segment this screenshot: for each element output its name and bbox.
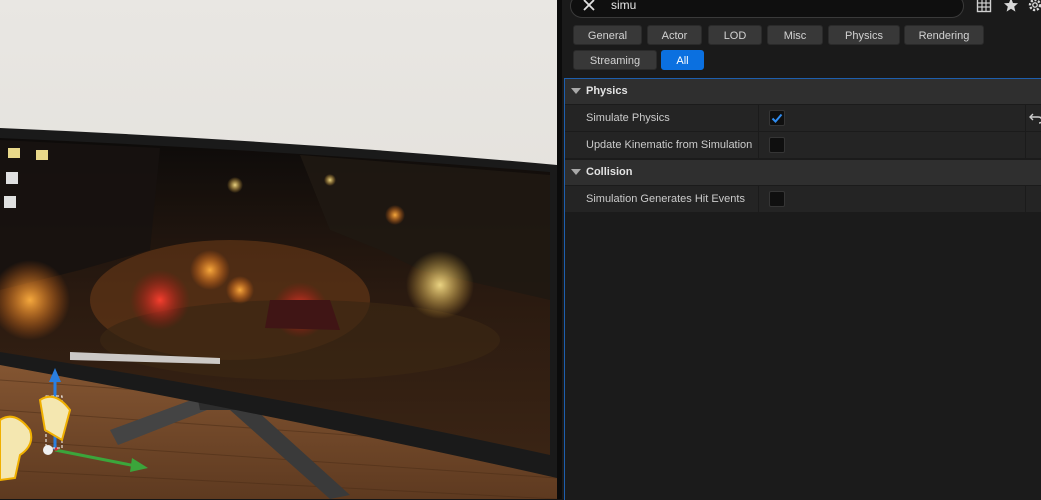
reset-to-default-icon[interactable] [1029, 112, 1041, 124]
expand-arrow-icon [571, 169, 581, 175]
update-kinematic-checkbox[interactable] [769, 137, 785, 153]
expand-arrow-icon [571, 88, 581, 94]
property-list: Physics Simulate Physics Update Kinemati… [564, 78, 1041, 500]
simulation-hit-events-checkbox[interactable] [769, 191, 785, 207]
star-icon[interactable] [1003, 0, 1019, 13]
search-row [562, 0, 1041, 20]
category-physics[interactable]: Physics [565, 79, 1041, 104]
category-collision[interactable]: Collision [565, 160, 1041, 185]
filter-actor[interactable]: Actor [647, 25, 702, 45]
search-box[interactable] [570, 0, 964, 18]
filter-all[interactable]: All [661, 50, 704, 70]
property-label: Simulate Physics [586, 112, 670, 124]
viewport-scene [0, 128, 557, 499]
search-input[interactable] [611, 0, 931, 14]
category-label: Physics [586, 85, 628, 97]
details-panel: General Actor LOD Misc Physics Rendering… [562, 0, 1041, 500]
level-viewport[interactable] [0, 0, 557, 499]
filter-physics[interactable]: Physics [828, 25, 900, 45]
filter-streaming[interactable]: Streaming [573, 50, 657, 70]
property-label: Update Kinematic from Simulation [586, 139, 753, 151]
table-view-icon[interactable] [976, 0, 992, 13]
property-row-simulate-physics: Simulate Physics [565, 105, 1041, 132]
property-row-update-kinematic: Update Kinematic from Simulation [565, 132, 1041, 159]
checkmark-icon [771, 113, 783, 123]
property-label: Simulation Generates Hit Events [586, 193, 745, 205]
property-row-simulation-hit-events: Simulation Generates Hit Events [565, 186, 1041, 213]
close-icon[interactable] [581, 0, 597, 13]
category-label: Collision [586, 166, 633, 178]
filter-rendering[interactable]: Rendering [904, 25, 984, 45]
filter-misc[interactable]: Misc [767, 25, 823, 45]
gear-icon[interactable] [1027, 0, 1041, 13]
filter-lod[interactable]: LOD [708, 25, 762, 45]
simulate-physics-checkbox[interactable] [769, 110, 785, 126]
filter-general[interactable]: General [573, 25, 642, 45]
